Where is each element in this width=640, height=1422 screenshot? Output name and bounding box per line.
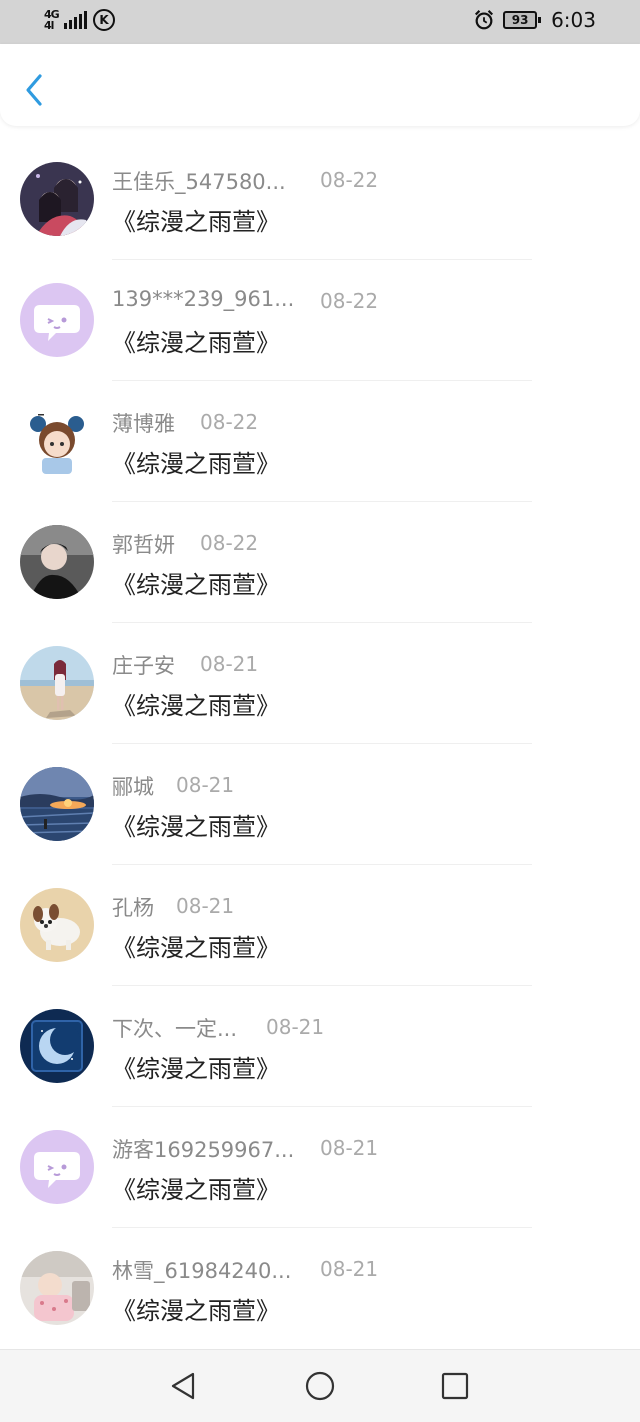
system-nav-bar — [0, 1349, 640, 1422]
divider — [112, 380, 532, 381]
reader-name: 下次、一定... — [112, 1017, 238, 1041]
network-sublabel: 4l — [44, 19, 54, 32]
reader-name: 王佳乐_547580... — [112, 170, 286, 194]
book-title: 《综漫之雨萱》 — [112, 208, 280, 236]
book-title: 《综漫之雨萱》 — [112, 934, 280, 962]
book-title: 《综漫之雨萱》 — [112, 813, 280, 841]
divider — [112, 985, 532, 986]
divider — [112, 864, 532, 865]
avatar — [20, 283, 94, 357]
list-item[interactable]: 庄子安 08-21 《综漫之雨萱》 — [0, 624, 640, 745]
reader-name: 游客169259967... — [112, 1138, 295, 1162]
list-item[interactable]: 下次、一定... 08-21 《综漫之雨萱》 — [0, 987, 640, 1108]
list-item[interactable]: 王佳乐_547580... 08-22 《综漫之雨萱》 — [0, 140, 640, 261]
book-title: 《综漫之雨萱》 — [112, 450, 280, 478]
read-date: 08-21 — [176, 894, 235, 918]
read-date: 08-21 — [266, 1015, 325, 1039]
divider — [112, 501, 532, 502]
recents-square-icon[interactable] — [439, 1370, 471, 1402]
avatar — [20, 525, 94, 599]
list-item[interactable]: 游客169259967... 08-21 《综漫之雨萱》 — [0, 1108, 640, 1229]
list-item[interactable]: 139***239_961... 08-22 《综漫之雨萱》 — [0, 261, 640, 382]
read-date: 08-21 — [320, 1257, 379, 1281]
read-date: 08-21 — [176, 773, 235, 797]
reader-name: 薄博雅 — [112, 412, 175, 436]
status-left: 4G 4l K — [44, 9, 115, 31]
status-right: 93 6:03 — [473, 8, 596, 32]
list-item[interactable]: 郦城 08-21 《综漫之雨萱》 — [0, 745, 640, 866]
avatar — [20, 162, 94, 236]
list-item[interactable]: 郭哲妍 08-22 《综漫之雨萱》 — [0, 503, 640, 624]
read-date: 08-22 — [200, 410, 259, 434]
avatar — [20, 767, 94, 841]
book-title: 《综漫之雨萱》 — [112, 1297, 280, 1325]
read-date: 08-21 — [320, 1136, 379, 1160]
network-type: 4G 4l — [44, 9, 60, 32]
avatar — [20, 1009, 94, 1083]
reader-name: 庄子安 — [112, 654, 175, 678]
avatar — [20, 888, 94, 962]
back-triangle-icon[interactable] — [167, 1370, 199, 1402]
status-bar: 4G 4l K 93 6:03 — [0, 0, 640, 44]
chevron-left-icon[interactable] — [18, 70, 50, 110]
reader-name: 林雪_61984240... — [112, 1259, 292, 1283]
clock: 6:03 — [551, 8, 596, 32]
divider — [112, 743, 532, 744]
divider — [112, 1106, 532, 1107]
book-title: 《综漫之雨萱》 — [112, 1176, 280, 1204]
reader-list: 王佳乐_547580... 08-22 《综漫之雨萱》 139***239_96… — [0, 140, 640, 1350]
reader-name: 139***239_961... — [112, 287, 295, 311]
divider — [112, 259, 532, 260]
avatar — [20, 404, 94, 478]
read-date: 08-21 — [200, 652, 259, 676]
book-title: 《综漫之雨萱》 — [112, 329, 280, 357]
book-title: 《综漫之雨萱》 — [112, 692, 280, 720]
book-title: 《综漫之雨萱》 — [112, 1055, 280, 1083]
book-title: 《综漫之雨萱》 — [112, 571, 280, 599]
divider — [112, 622, 532, 623]
read-date: 08-22 — [200, 531, 259, 555]
signal-icon — [64, 11, 87, 29]
home-circle-icon[interactable] — [304, 1370, 336, 1402]
reader-name: 孔杨 — [112, 896, 154, 920]
k-badge-icon: K — [93, 9, 115, 31]
avatar — [20, 646, 94, 720]
reader-name: 郦城 — [112, 775, 154, 799]
divider — [112, 1227, 532, 1228]
battery-icon: 93 — [503, 11, 542, 29]
app-header — [0, 44, 640, 126]
reader-name: 郭哲妍 — [112, 533, 175, 557]
read-date: 08-22 — [320, 289, 379, 313]
avatar — [20, 1130, 94, 1204]
list-item[interactable]: 薄博雅 08-22 《综漫之雨萱》 — [0, 382, 640, 503]
list-item[interactable]: 林雪_61984240... 08-21 《综漫之雨萱》 — [0, 1229, 640, 1350]
avatar — [20, 1251, 94, 1325]
list-item[interactable]: 孔杨 08-21 《综漫之雨萱》 — [0, 866, 640, 987]
alarm-icon — [475, 10, 494, 30]
read-date: 08-22 — [320, 168, 379, 192]
